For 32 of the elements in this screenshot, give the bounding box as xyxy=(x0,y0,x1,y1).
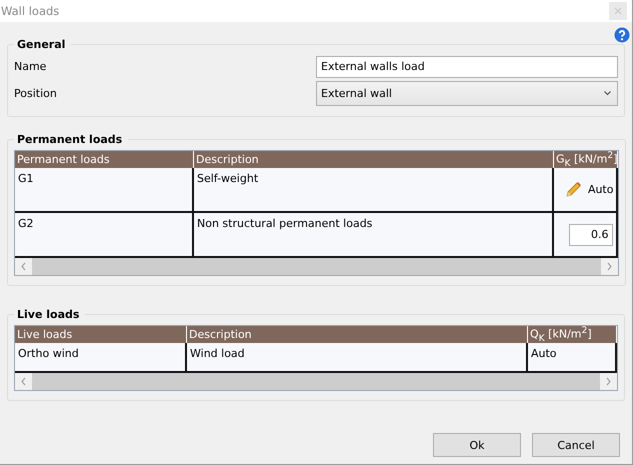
scrollbar-thumb[interactable] xyxy=(32,373,600,390)
table-cell: G1 xyxy=(18,172,34,185)
table-cell: G2 xyxy=(18,217,34,230)
chevron-down-icon xyxy=(604,91,611,96)
field-label: Position xyxy=(14,87,58,100)
group-title: Live loads xyxy=(16,308,80,321)
table-cell: Auto xyxy=(531,347,557,360)
table-cell: Wind load xyxy=(190,347,245,360)
help-icon[interactable] xyxy=(614,27,630,43)
group-title: Permanent loads xyxy=(16,133,124,146)
column-header[interactable]: G$_{K}$ [kN/m$^{2}$] xyxy=(554,151,618,168)
position-dropdown[interactable]: External wall xyxy=(316,81,618,106)
column-header[interactable]: Live loads xyxy=(15,326,187,343)
field-label: Name xyxy=(14,60,48,73)
window-title: Wall loads xyxy=(0,4,60,18)
scrollbar-thumb[interactable] xyxy=(32,258,602,275)
column-header[interactable]: Q$_{K}$ [kN/m$^{2}$] xyxy=(528,326,617,343)
close-button[interactable] xyxy=(609,2,627,20)
close-icon xyxy=(614,7,622,15)
cancel-button[interactable]: Cancel xyxy=(532,433,620,457)
table-cell: Ortho wind xyxy=(18,347,79,360)
ok-button[interactable]: Ok xyxy=(433,433,521,457)
name-field[interactable]: External walls load xyxy=(316,56,618,78)
pencil-icon xyxy=(564,180,582,198)
column-header[interactable]: Description xyxy=(194,151,554,168)
column-header[interactable]: Description xyxy=(187,326,528,343)
value-field[interactable]: 0.6 xyxy=(569,224,614,246)
table-cell: Self-weight xyxy=(197,172,258,185)
group-title: General xyxy=(16,38,66,51)
table-cell: Non structural permanent loads xyxy=(197,217,372,230)
column-header[interactable]: Permanent loads xyxy=(15,151,194,168)
table-cell: Auto xyxy=(588,183,614,196)
